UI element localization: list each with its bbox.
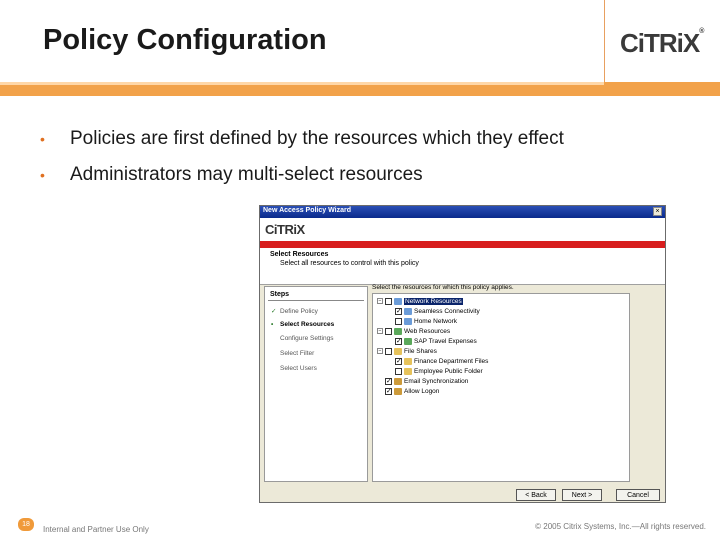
- network-icon: [404, 307, 412, 315]
- tree-node[interactable]: Employee Public Folder: [387, 367, 483, 376]
- tree-node[interactable]: ✓ Seamless Connectivity: [387, 307, 480, 316]
- resource-checkbox[interactable]: ✓: [385, 387, 392, 395]
- tree-node-label: Web Resources: [404, 328, 451, 335]
- step-configure-settings: Configure Settings: [271, 335, 333, 342]
- tree-node-label: Network Resources: [404, 298, 463, 305]
- tree-node[interactable]: ✓ SAP Travel Expenses: [387, 337, 477, 346]
- tree-node-label: Allow Logon: [404, 388, 440, 395]
- tree-node[interactable]: − Network Resources: [377, 297, 463, 306]
- bullet-item: • Administrators may multi-select resourc…: [40, 164, 564, 186]
- step-define-policy: ✓ Define Policy: [271, 307, 318, 315]
- tree-node[interactable]: ✓ Allow Logon: [377, 387, 439, 396]
- resource-checkbox[interactable]: [395, 317, 402, 325]
- wizard-citrix-logo: CiTRiX: [265, 222, 305, 237]
- steps-panel: Steps ✓ Define Policy • Select Resources C…: [264, 286, 368, 482]
- steps-divider: [268, 300, 364, 301]
- next-button[interactable]: Next >: [562, 489, 602, 501]
- expand-collapse-icon[interactable]: −: [377, 348, 383, 355]
- resource-tree[interactable]: − Network Resources ✓ Seamless Connectivity…: [372, 293, 630, 482]
- tree-node-label: Email Synchronization: [404, 378, 469, 385]
- page-number-badge: 18: [18, 518, 34, 531]
- slide-title: Policy Configuration: [43, 24, 327, 56]
- cancel-button[interactable]: Cancel: [616, 489, 660, 501]
- expand-collapse-icon[interactable]: −: [377, 298, 383, 305]
- wizard-title: New Access Policy Wizard: [263, 207, 351, 214]
- steps-header: Steps: [270, 291, 290, 298]
- resource-checkbox[interactable]: ✓: [395, 337, 402, 345]
- section-subtitle: Select all resources to control with thi…: [280, 260, 419, 267]
- step-label: Select Filter: [280, 350, 315, 357]
- logo-text: CiTRiX: [620, 28, 700, 58]
- bullet-item: • Policies are first defined by the resou…: [40, 128, 564, 150]
- bullet-list: • Policies are first defined by the resou…: [40, 128, 564, 200]
- step-select-users: Select Users: [271, 365, 317, 372]
- network-icon: [404, 317, 412, 325]
- expand-collapse-icon[interactable]: −: [377, 328, 383, 335]
- back-button[interactable]: < Back: [516, 489, 556, 501]
- step-label: Configure Settings: [280, 335, 334, 342]
- resource-checkbox[interactable]: ✓: [385, 377, 392, 385]
- resource-checkbox[interactable]: [385, 297, 392, 305]
- bullet-icon: •: [40, 166, 45, 183]
- close-button[interactable]: ×: [653, 207, 662, 216]
- footer-copyright: © 2005 Citrix Systems, Inc.—All rights r…: [535, 522, 706, 531]
- resource-checkbox[interactable]: [395, 367, 402, 375]
- tree-node[interactable]: ✓ Email Synchronization: [377, 377, 468, 386]
- step-select-filter: Select Filter: [271, 350, 314, 357]
- section-title: Select Resources: [270, 251, 329, 258]
- tree-node-label: File Shares: [404, 348, 437, 355]
- tree-node[interactable]: Home Network: [387, 317, 457, 326]
- resource-checkbox[interactable]: ✓: [395, 307, 402, 315]
- registered-mark: ®: [699, 28, 704, 35]
- tree-node-label: SAP Travel Expenses: [414, 338, 477, 345]
- share-icon: [394, 347, 402, 355]
- tree-node[interactable]: − Web Resources: [377, 327, 450, 336]
- bullet-text: Administrators may multi-select resource…: [70, 164, 423, 185]
- step-label: Define Policy: [280, 308, 318, 315]
- wizard-header: CiTRiX Select Resources Select all resou…: [260, 218, 665, 284]
- current-step-icon: •: [271, 321, 274, 328]
- step-label: Select Users: [280, 365, 317, 372]
- policy-wizard-window: New Access Policy Wizard × CiTRiX Select…: [259, 205, 666, 503]
- tree-node-label: Home Network: [414, 318, 457, 325]
- citrix-logo: CiTRiX®: [620, 28, 704, 59]
- tree-node-label: Employee Public Folder: [414, 368, 483, 375]
- tree-node[interactable]: − File Shares: [377, 347, 437, 356]
- tree-node-label: Seamless Connectivity: [414, 308, 480, 315]
- bullet-text: Policies are first defined by the resour…: [70, 128, 564, 149]
- app-icon: [394, 387, 402, 395]
- tree-node[interactable]: ✓ Finance Department Files: [387, 357, 488, 366]
- app-icon: [394, 377, 402, 385]
- web-icon: [404, 337, 412, 345]
- resource-checkbox[interactable]: [385, 347, 392, 355]
- share-icon: [404, 357, 412, 365]
- step-label: Select Resources: [280, 321, 335, 328]
- bullet-icon: •: [40, 130, 45, 147]
- tree-node-label: Finance Department Files: [414, 358, 489, 365]
- footer-left-text: Internal and Partner Use Only: [43, 525, 149, 534]
- share-icon: [404, 367, 412, 375]
- header-divider: [604, 0, 605, 82]
- resource-checkbox[interactable]: [385, 327, 392, 335]
- wizard-red-bar: [260, 241, 665, 248]
- web-icon: [394, 327, 402, 335]
- network-icon: [394, 297, 402, 305]
- check-icon: ✓: [271, 308, 277, 315]
- orange-bar-highlight: [0, 82, 604, 85]
- wizard-titlebar[interactable]: New Access Policy Wizard ×: [260, 206, 665, 218]
- step-select-resources: • Select Resources: [271, 321, 334, 328]
- orange-header-bar: [0, 82, 720, 96]
- resource-checkbox[interactable]: ✓: [395, 357, 402, 365]
- resources-label: Select the resources for which this poli…: [372, 284, 514, 291]
